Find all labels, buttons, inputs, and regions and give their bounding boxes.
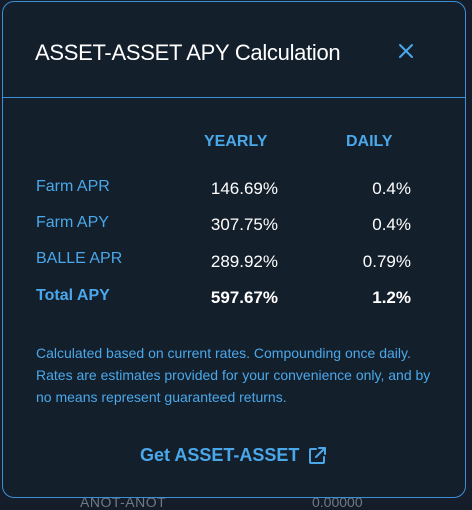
yearly-value: 146.69% bbox=[210, 179, 278, 198]
row-label: Farm APY bbox=[36, 214, 109, 231]
modal-title: ASSET-ASSET APY Calculation bbox=[35, 40, 341, 65]
yearly-value: 289.92% bbox=[210, 252, 278, 271]
external-link-icon bbox=[309, 446, 327, 464]
disclaimer-text: Calculated based on current rates. Compo… bbox=[36, 345, 431, 405]
yearly-value: 307.75% bbox=[210, 215, 278, 234]
daily-value: 0.79% bbox=[362, 252, 411, 271]
column-header-daily: DAILY bbox=[346, 133, 393, 150]
get-asset-link[interactable]: Get ASSET-ASSET bbox=[140, 445, 327, 466]
close-icon bbox=[399, 44, 413, 58]
row-label-total: Total APY bbox=[36, 287, 110, 304]
apy-calculation-modal: ASSET-ASSET APY Calculation YEARLY DAILY… bbox=[2, 1, 466, 498]
modal-header: ASSET-ASSET APY Calculation bbox=[3, 2, 465, 98]
daily-value-total: 1.2% bbox=[372, 288, 411, 307]
yearly-value-total: 597.67% bbox=[210, 288, 278, 307]
row-label: BALLE APR bbox=[36, 250, 123, 267]
get-asset-link-label: Get ASSET-ASSET bbox=[140, 445, 300, 465]
daily-value: 0.4% bbox=[372, 179, 411, 198]
column-header-yearly: YEARLY bbox=[204, 133, 268, 150]
daily-value: 0.4% bbox=[372, 215, 411, 234]
row-label: Farm APR bbox=[36, 178, 110, 195]
close-button[interactable] bbox=[395, 40, 417, 62]
